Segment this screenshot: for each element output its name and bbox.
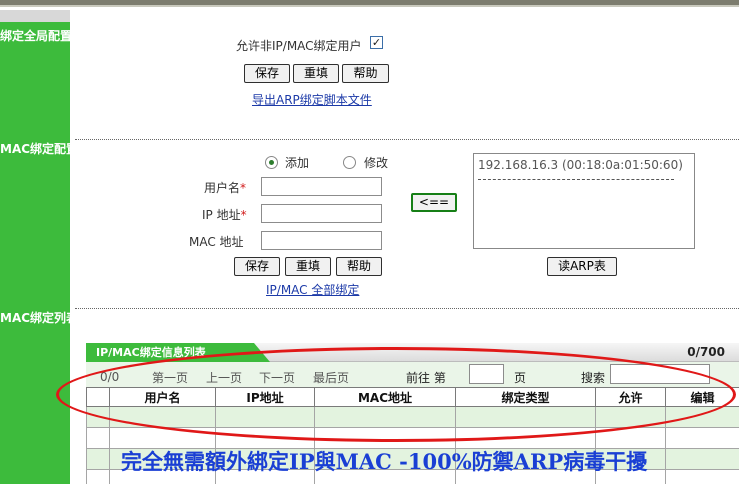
- arp-entry-separator: [478, 179, 674, 180]
- window-top-shadow: [0, 5, 739, 7]
- table-header-row: 用户名 IP地址 MAC地址 绑定类型 允许 编辑: [86, 387, 739, 407]
- prev-page-link[interactable]: 上一页: [206, 369, 242, 386]
- sidebar: [0, 10, 70, 484]
- radio-modify[interactable]: [343, 156, 356, 169]
- transfer-arp-entry-button[interactable]: <==: [411, 193, 457, 212]
- sidebar-label-global-binding: 绑定全局配置: [0, 29, 70, 43]
- binding-count: 0/700: [687, 345, 725, 359]
- arp-entry-list[interactable]: 192.168.16.3 (00:18:0a:01:50:60): [473, 153, 695, 249]
- next-page-link[interactable]: 下一页: [259, 369, 295, 386]
- radio-add-label: 添加: [285, 156, 310, 170]
- global-reset-button[interactable]: 重填: [293, 64, 339, 83]
- sidebar-label-mac-list: MAC绑定列表: [0, 311, 70, 325]
- column-header-username[interactable]: 用户名: [109, 387, 216, 407]
- goto-page-input[interactable]: [469, 364, 504, 384]
- column-header-binding-type[interactable]: 绑定类型: [455, 387, 596, 407]
- radio-modify-label: 修改: [364, 156, 389, 170]
- first-page-link[interactable]: 第一页: [152, 369, 188, 386]
- ip-address-label: IP 地址*: [202, 208, 247, 222]
- export-arp-script-link[interactable]: 导出ARP绑定脚本文件: [252, 91, 372, 108]
- required-mark: *: [240, 181, 247, 195]
- column-header-edit[interactable]: 编辑: [665, 387, 739, 407]
- promo-overlay-text: 完全無需額外綁定IP與MAC -100%防禦ARP病毒干擾: [121, 449, 648, 474]
- username-input[interactable]: [261, 177, 382, 196]
- required-mark: *: [240, 208, 247, 222]
- goto-page-label: 前往 第: [406, 371, 446, 385]
- mac-address-label: MAC 地址: [189, 235, 244, 249]
- radio-add[interactable]: [265, 156, 278, 169]
- column-header-ip[interactable]: IP地址: [215, 387, 315, 407]
- read-arp-table-button[interactable]: 读ARP表: [547, 257, 617, 276]
- arp-entry[interactable]: 192.168.16.3 (00:18:0a:01:50:60): [478, 158, 683, 172]
- search-input[interactable]: [610, 364, 710, 384]
- allow-non-bound-checkbox[interactable]: ✓: [370, 36, 383, 49]
- last-page-link[interactable]: 最后页: [313, 369, 349, 386]
- global-save-button[interactable]: 保存: [244, 64, 290, 83]
- search-label: 搜索: [581, 371, 606, 385]
- section-divider-2: [75, 308, 739, 309]
- global-help-button[interactable]: 帮助: [342, 64, 389, 83]
- sidebar-header-strip: [0, 10, 70, 22]
- section-divider-1: [75, 139, 739, 140]
- config-help-button[interactable]: 帮助: [336, 257, 382, 276]
- page-unit-label: 页: [514, 371, 527, 385]
- column-header-mac[interactable]: MAC地址: [314, 387, 456, 407]
- config-reset-button[interactable]: 重填: [285, 257, 331, 276]
- bind-all-ip-mac-link[interactable]: IP/MAC 全部绑定: [266, 281, 359, 298]
- allow-non-bound-label: 允许非IP/MAC绑定用户: [236, 39, 362, 53]
- config-save-button[interactable]: 保存: [234, 257, 280, 276]
- ip-address-input[interactable]: [261, 204, 382, 223]
- page-indicator: 0/0: [100, 370, 120, 384]
- column-header-allow[interactable]: 允许: [595, 387, 666, 407]
- username-label: 用户名*: [204, 181, 247, 195]
- binding-list-tab: IP/MAC绑定信息列表: [86, 343, 270, 362]
- mac-address-input[interactable]: [261, 231, 382, 250]
- column-header-select: [86, 387, 110, 407]
- table-row: [86, 406, 739, 428]
- sidebar-label-mac-config: MAC绑定配置: [0, 142, 70, 156]
